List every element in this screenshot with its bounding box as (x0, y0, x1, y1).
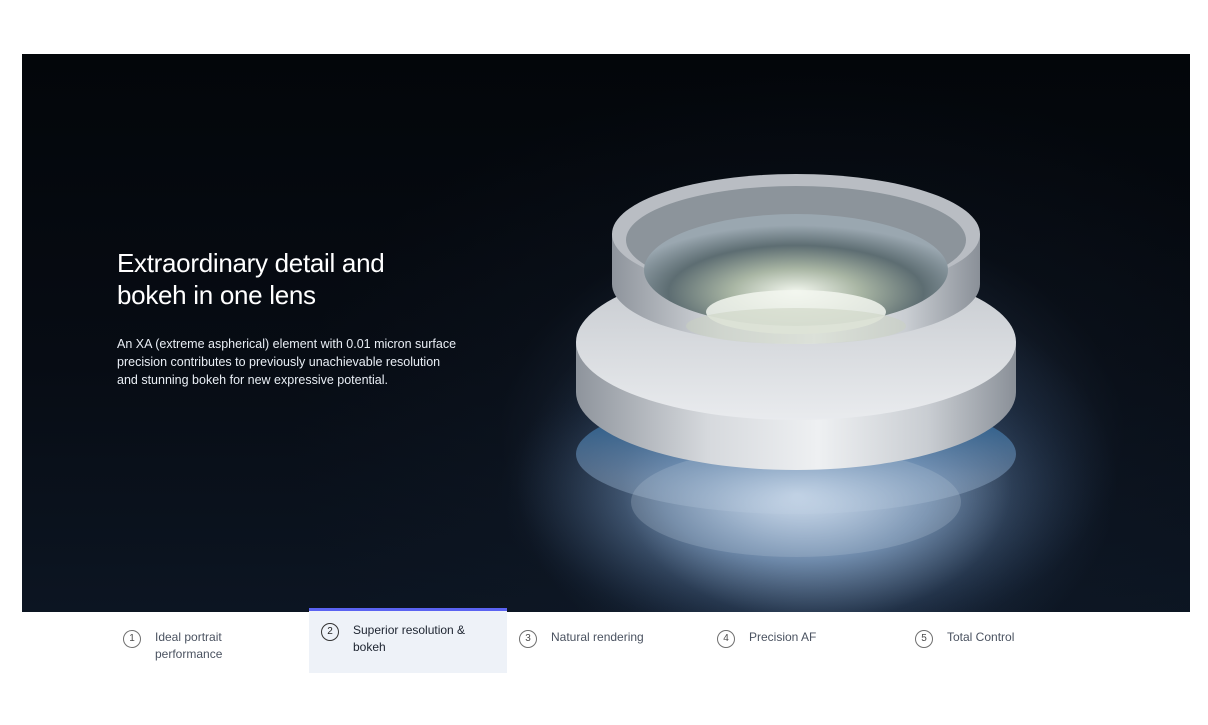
hero-title: Extraordinary detail and bokeh in one le… (117, 247, 457, 311)
hero-title-line-2: bokeh in one lens (117, 280, 316, 310)
tab-number-circle: 1 (123, 630, 141, 648)
hero-text-block: Extraordinary detail and bokeh in one le… (117, 247, 457, 389)
tab-label: Superior resolution & bokeh (353, 623, 466, 654)
hero-title-line-1: Extraordinary detail and (117, 248, 385, 278)
tab-total-control[interactable]: 5 Total Control (903, 608, 1101, 673)
tab-label: Natural rendering (551, 630, 644, 644)
tab-label: Total Control (947, 630, 1015, 644)
tab-ideal-portrait[interactable]: 1 Ideal portrait performance (111, 608, 309, 673)
feature-tabs: 1 Ideal portrait performance 2 Superior … (111, 608, 1101, 673)
tab-label: Ideal portrait performance (155, 630, 223, 661)
tab-natural-rendering[interactable]: 3 Natural rendering (507, 608, 705, 673)
tab-number-circle: 2 (321, 623, 339, 641)
hero-banner: Extraordinary detail and bokeh in one le… (22, 54, 1190, 612)
tab-precision-af[interactable]: 4 Precision AF (705, 608, 903, 673)
tab-number-circle: 3 (519, 630, 537, 648)
tab-number-circle: 4 (717, 630, 735, 648)
tab-superior-resolution[interactable]: 2 Superior resolution & bokeh (309, 608, 507, 673)
tab-label: Precision AF (749, 630, 817, 644)
hero-description: An XA (extreme aspherical) element with … (117, 337, 457, 387)
tab-number-circle: 5 (915, 630, 933, 648)
